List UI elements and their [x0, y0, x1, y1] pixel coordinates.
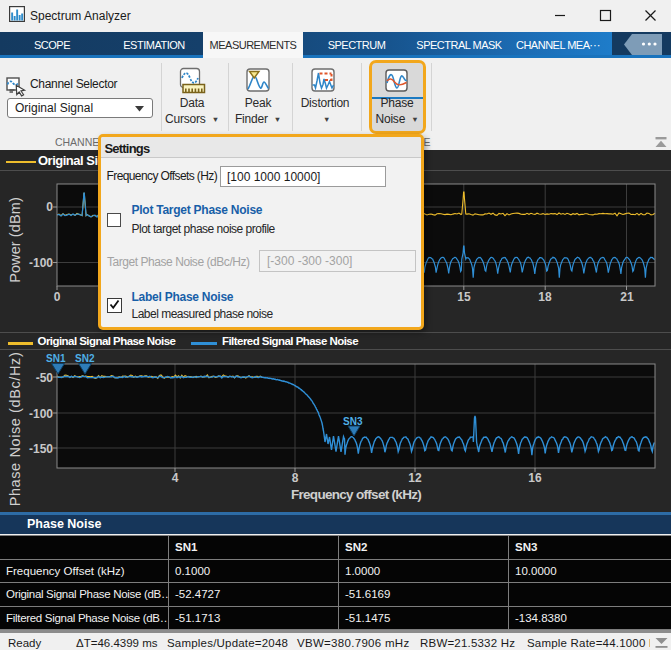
svg-text:SN1: SN1 [46, 353, 66, 364]
svg-text:SN3: SN3 [343, 416, 363, 427]
svg-text:SN2: SN2 [75, 353, 95, 364]
